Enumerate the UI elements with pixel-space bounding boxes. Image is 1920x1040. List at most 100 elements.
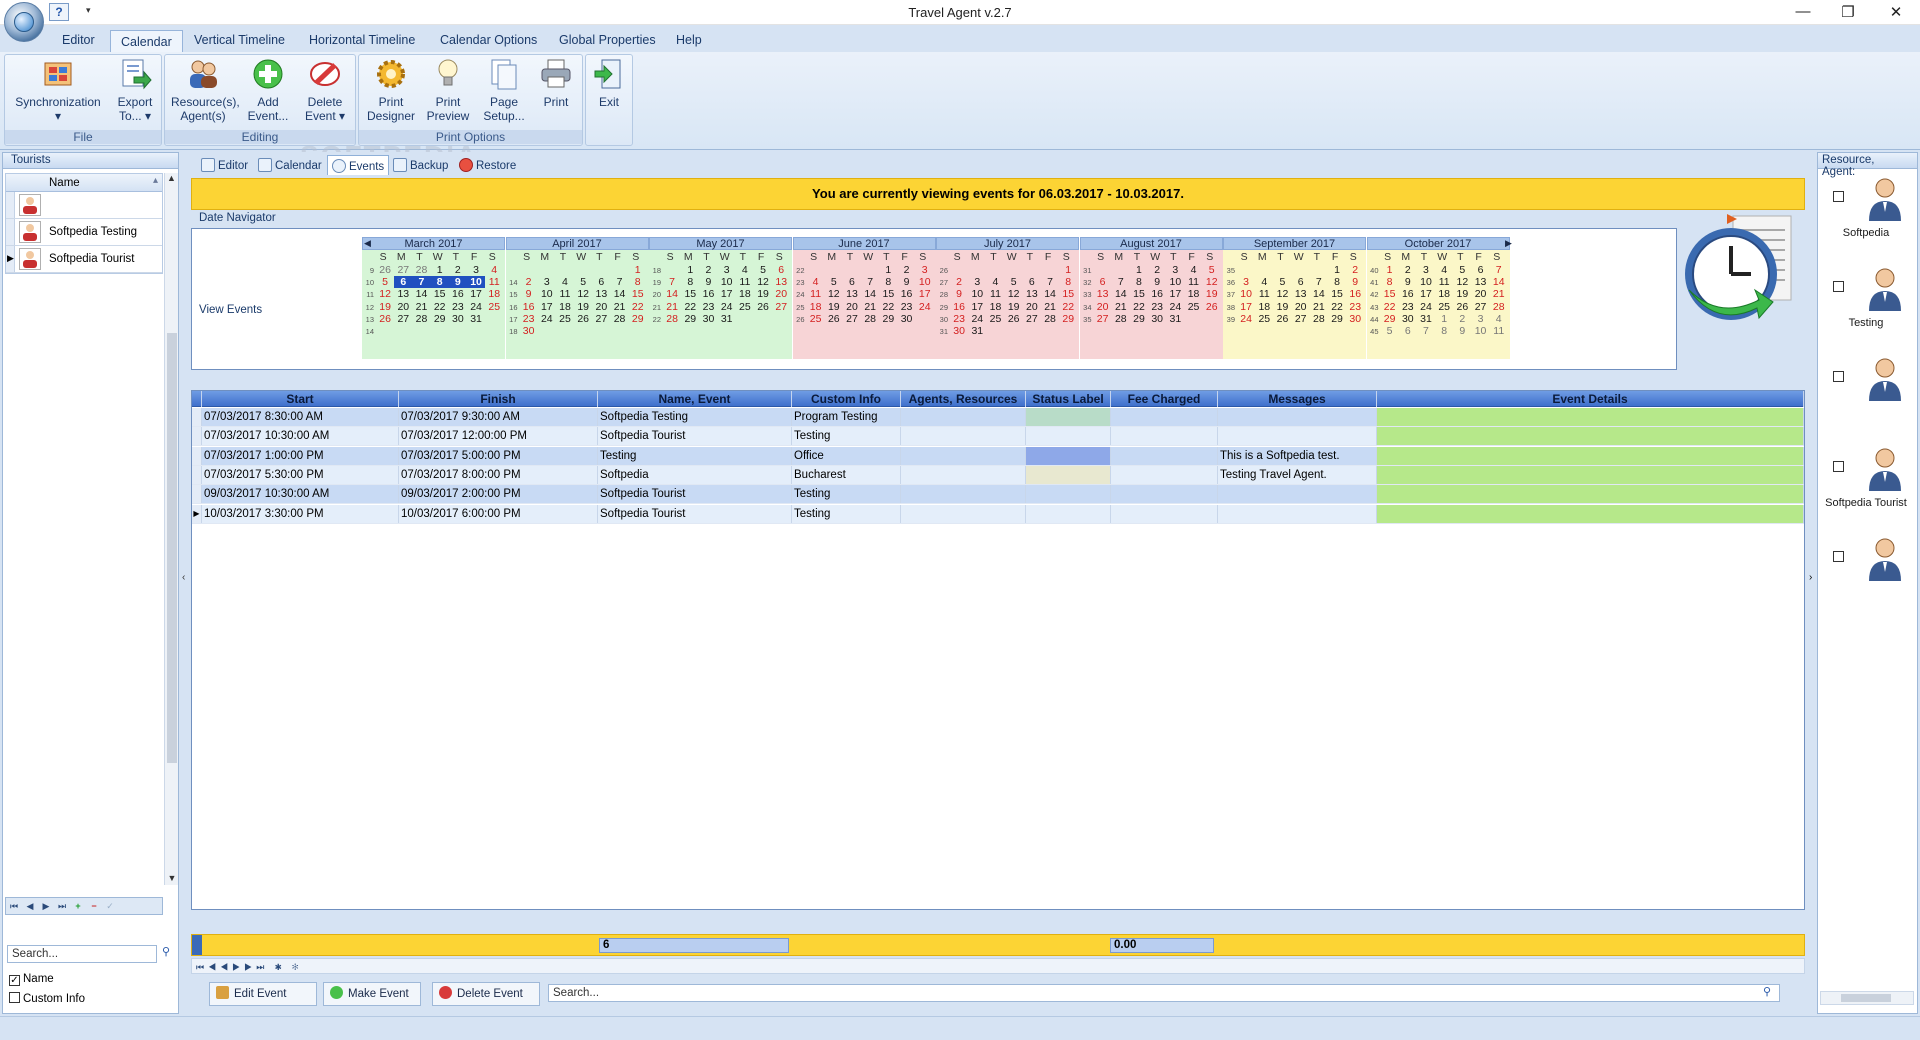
calendar-day[interactable]: 20	[843, 301, 861, 313]
calendar-day[interactable]: 15	[629, 288, 647, 300]
status-label-cell[interactable]	[1026, 427, 1111, 446]
delete-event-button[interactable]: Delete Event ▾	[297, 57, 353, 123]
calendar-day[interactable]: 13	[394, 288, 412, 300]
calendar-day[interactable]: 16	[1399, 288, 1417, 300]
calendar-day[interactable]	[843, 264, 861, 276]
calendar-day[interactable]	[1310, 264, 1328, 276]
calendar-day[interactable]: 3	[1166, 264, 1184, 276]
calendar-day[interactable]: 12	[574, 288, 592, 300]
event-cell-start[interactable]: 07/03/2017 8:30:00 AM	[202, 408, 399, 426]
calendar-day[interactable]: 11	[807, 288, 825, 300]
calendar-day[interactable]: 19	[1453, 288, 1471, 300]
calendar-day[interactable]: 24	[718, 301, 736, 313]
calendar-day[interactable]: 1	[1435, 313, 1453, 325]
calendar-day[interactable]: 3	[1237, 276, 1255, 288]
calendar-day[interactable]: 7	[1310, 276, 1328, 288]
calendar-day[interactable]: 15	[1059, 288, 1077, 300]
event-cell-agents[interactable]	[901, 427, 1026, 446]
add-record-button[interactable]: +	[71, 899, 85, 913]
calendar-day[interactable]: 22	[1328, 301, 1346, 313]
make-event-button[interactable]: Make Event	[323, 982, 421, 1006]
calendar-day[interactable]: 13	[772, 276, 790, 288]
calendar-day[interactable]	[807, 325, 825, 337]
calendar-day[interactable]: 5	[1273, 276, 1291, 288]
calendar-day[interactable]: 4	[807, 276, 825, 288]
calendar-day[interactable]: 27	[1023, 313, 1041, 325]
calendar-day[interactable]: 25	[1255, 313, 1273, 325]
tourists-search-input[interactable]: Search...	[7, 945, 157, 963]
calendar-day[interactable]: 31	[968, 325, 986, 337]
event-cell-fee[interactable]	[1111, 465, 1218, 484]
calendar-day[interactable]	[807, 264, 825, 276]
left-splitter[interactable]: ‹	[180, 152, 189, 1014]
calendar-day[interactable]: 8	[1381, 276, 1399, 288]
calendar-day[interactable]	[1255, 325, 1273, 337]
resource-item[interactable]	[1828, 535, 1916, 605]
calendar-day[interactable]: 10	[466, 276, 486, 289]
tourist-row[interactable]	[6, 192, 162, 219]
calendar-day[interactable]: 31	[1417, 313, 1435, 325]
calendar-day[interactable]	[1184, 313, 1202, 325]
calendar-day[interactable]: 9	[1399, 276, 1417, 288]
calendar-day[interactable]: 26	[574, 313, 592, 325]
calendar-day[interactable]: 2	[950, 276, 968, 288]
calendar-day[interactable]	[629, 325, 647, 337]
calendar-day[interactable]: 22	[431, 301, 449, 313]
calendar-day[interactable]	[879, 325, 897, 337]
event-details-cell[interactable]	[1377, 465, 1804, 484]
calendar-day[interactable]: 31	[718, 313, 736, 325]
calendar-day[interactable]: 27	[772, 301, 790, 313]
calendar-day[interactable]: 3	[968, 276, 986, 288]
event-cell-start[interactable]: 07/03/2017 1:00:00 PM	[202, 446, 399, 465]
calendar-day[interactable]: 17	[1166, 288, 1184, 300]
calendar-day[interactable]: 12	[754, 276, 772, 288]
status-label-cell[interactable]	[1026, 408, 1111, 426]
calendar-day[interactable]: 26	[1203, 301, 1221, 313]
calendar-day[interactable]	[610, 325, 628, 337]
first-record-button[interactable]: ⏮	[7, 899, 21, 913]
resource-checkbox[interactable]	[1833, 551, 1844, 562]
exit-button[interactable]: Exit	[588, 57, 630, 109]
calendar-day[interactable]: 22	[1381, 301, 1399, 313]
close-button[interactable]: ✕	[1881, 3, 1911, 21]
column-header[interactable]: Custom Info	[792, 391, 901, 407]
calendar-day[interactable]: 5	[825, 276, 843, 288]
calendar-day[interactable]: 14	[610, 288, 628, 300]
calendar-day[interactable]	[736, 313, 754, 325]
calendar-day[interactable]: 10	[916, 276, 934, 288]
calendar-day[interactable]	[1273, 325, 1291, 337]
calendar-day[interactable]: 4	[485, 264, 503, 276]
event-details-cell[interactable]	[1377, 504, 1804, 523]
calendar-day[interactable]: 25	[1435, 301, 1453, 313]
calendar-day[interactable]: 25	[485, 301, 503, 313]
calendar-day[interactable]	[556, 325, 574, 337]
calendar-day[interactable]: 23	[950, 313, 968, 325]
calendar-day[interactable]	[663, 264, 681, 276]
event-cell-messages[interactable]	[1218, 485, 1377, 504]
calendar-day[interactable]	[916, 313, 934, 325]
calendar-day[interactable]: 1	[431, 264, 449, 276]
scroll-down-icon[interactable]: ▼	[165, 873, 179, 883]
tab-help[interactable]: Help	[676, 33, 702, 47]
add-event-button[interactable]: Add Event...	[241, 57, 295, 123]
calendar-day[interactable]: 5	[1453, 264, 1471, 276]
event-cell-finish[interactable]: 09/03/2017 2:00:00 PM	[399, 485, 598, 504]
calendar-day[interactable]: 23	[1399, 301, 1417, 313]
calendar-day[interactable]: 4	[1255, 276, 1273, 288]
calendar-day[interactable]: 6	[592, 276, 610, 288]
calendar-day[interactable]: 23	[1148, 301, 1166, 313]
calendar-day[interactable]: 7	[412, 276, 431, 289]
event-cell-finish[interactable]: 07/03/2017 12:00:00 PM	[399, 427, 598, 446]
calendar-day[interactable]: 19	[754, 288, 772, 300]
calendar-day[interactable]: 10	[1471, 325, 1489, 337]
calendar-day[interactable]: 31	[467, 313, 485, 325]
calendar-day[interactable]	[538, 325, 556, 337]
calendar-day[interactable]: 23	[897, 301, 915, 313]
resources-hscrollbar[interactable]	[1820, 991, 1914, 1005]
calendar-day[interactable]: 18	[1255, 301, 1273, 313]
calendar-day[interactable]: 16	[1346, 288, 1364, 300]
calendar-day[interactable]	[485, 325, 503, 337]
resource-checkbox[interactable]	[1833, 191, 1844, 202]
calendar-day[interactable]: 1	[1130, 264, 1148, 276]
subtab-events[interactable]: Events	[327, 155, 390, 175]
